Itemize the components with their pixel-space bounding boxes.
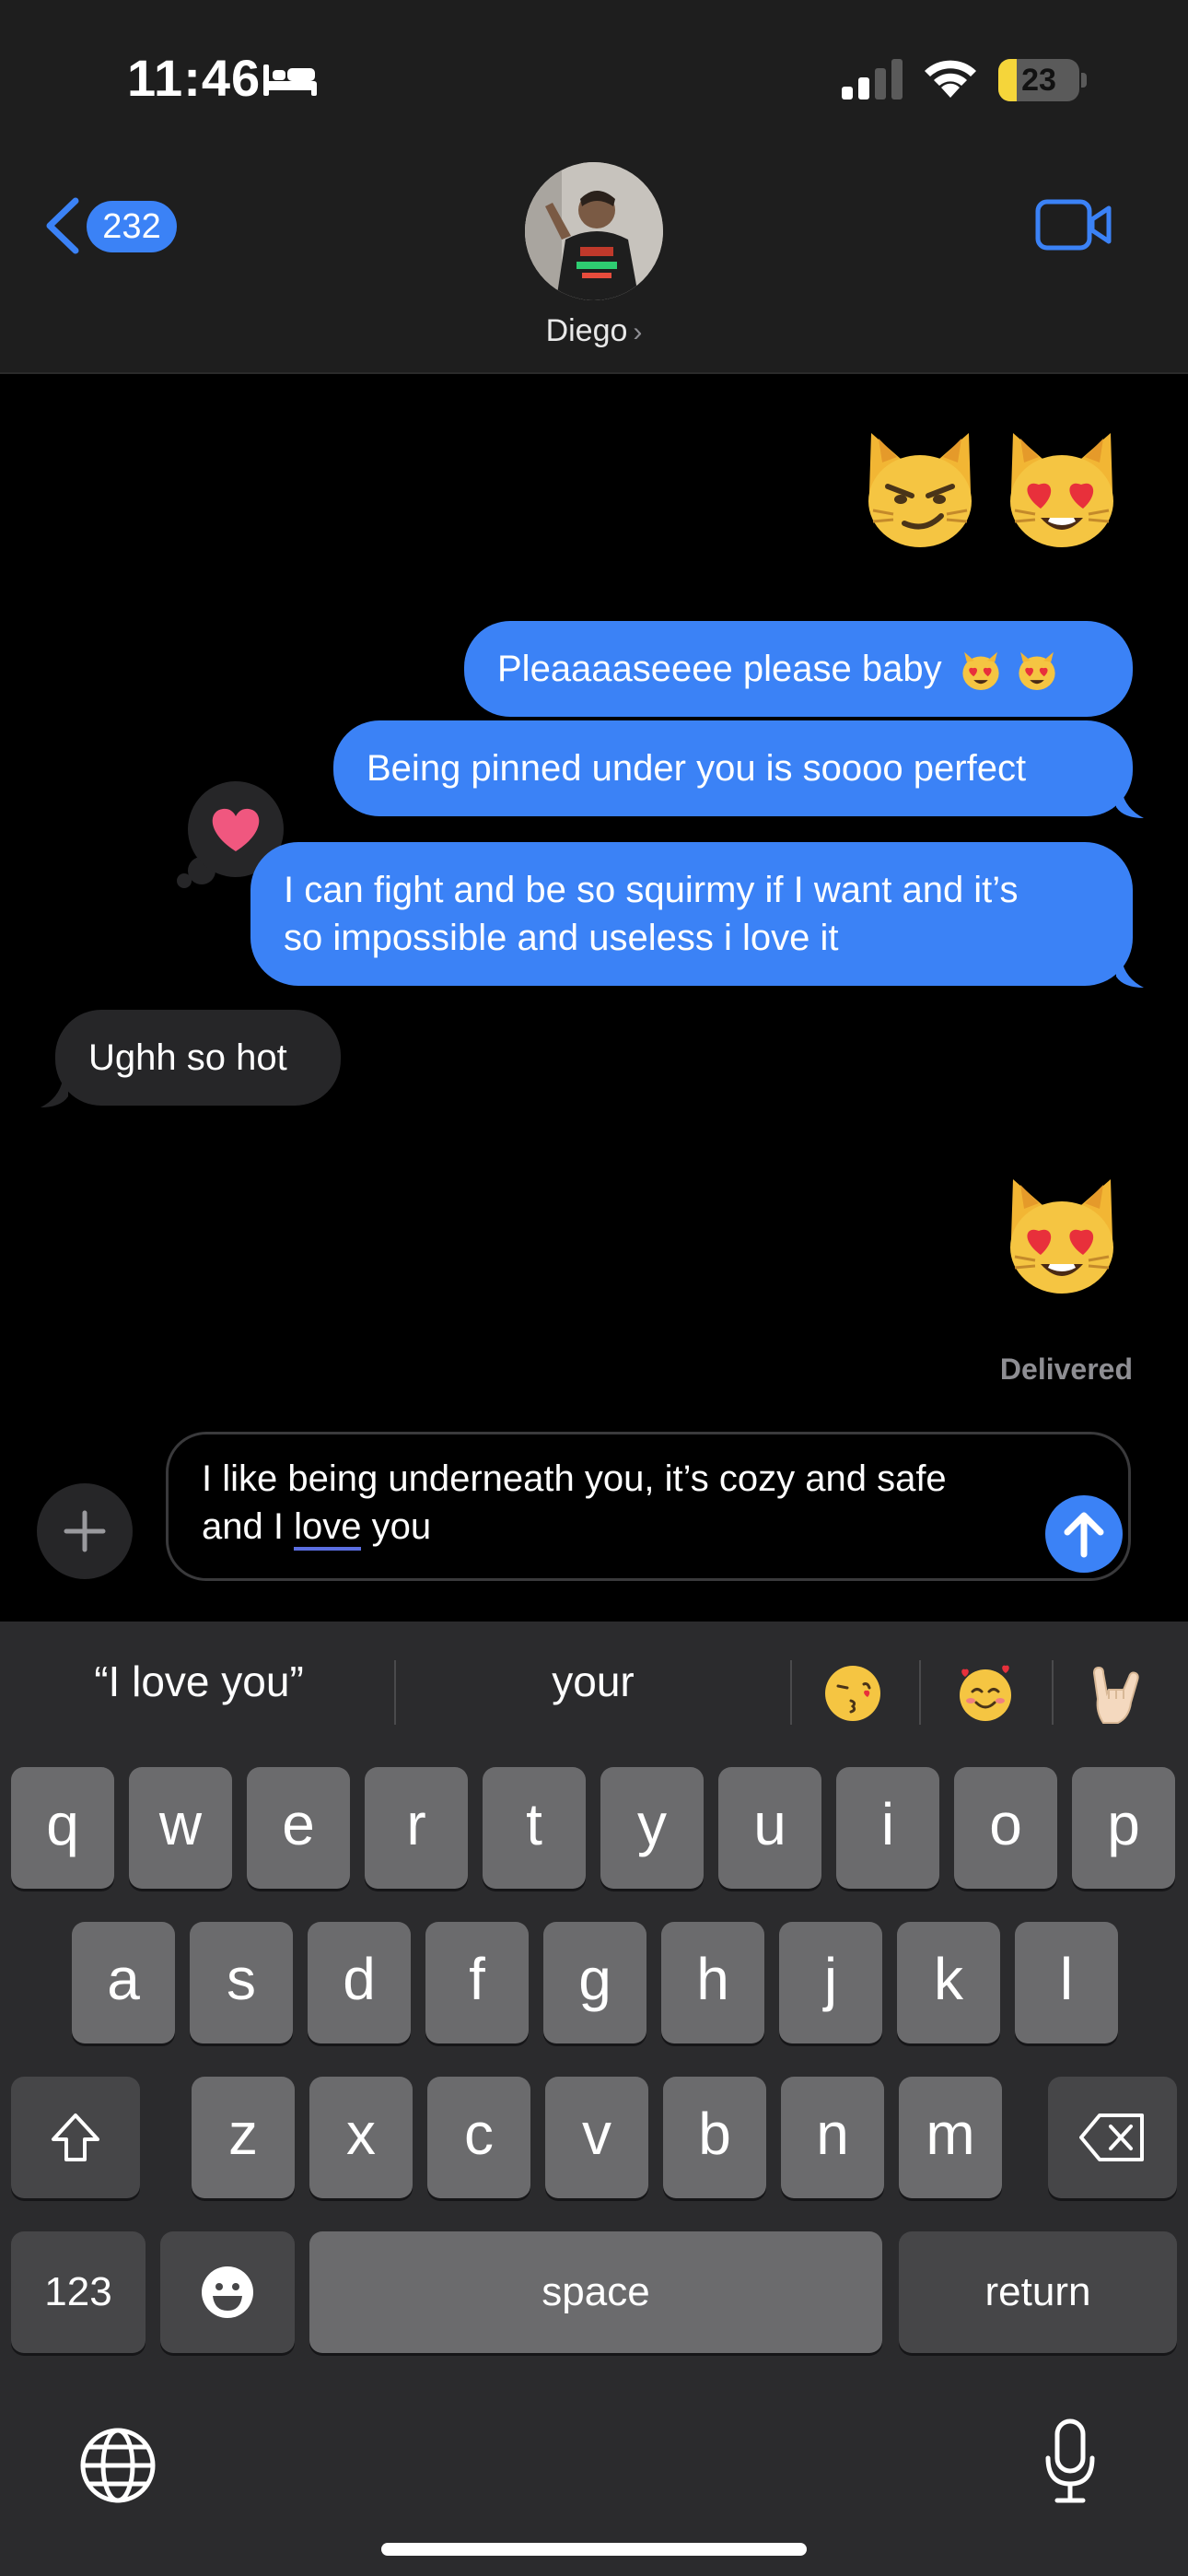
key-f[interactable]: f [425, 1922, 529, 2043]
key-m[interactable]: m [899, 2077, 1002, 2198]
suggestion-2[interactable]: your [413, 1657, 774, 1706]
numbers-key[interactable]: 123 [11, 2231, 146, 2353]
video-icon[interactable] [1035, 199, 1112, 251]
key-s[interactable]: s [190, 1922, 293, 2043]
battery-icon: 23 [998, 59, 1087, 101]
message-input-text: I like being underneath you, it’s cozy a… [202, 1455, 1012, 1551]
sent-message-1-text: Pleaaaaseeee please baby [497, 649, 942, 689]
contact-chevron-icon: › [633, 317, 643, 347]
unread-count-badge: 232 [87, 201, 177, 252]
plus-icon [64, 1510, 106, 1552]
key-q[interactable]: q [11, 1767, 114, 1889]
contact-name-button[interactable]: Diego › [0, 313, 1188, 349]
key-v[interactable]: v [545, 2077, 648, 2198]
key-t[interactable]: t [483, 1767, 586, 1889]
bubble-tail [41, 1080, 68, 1107]
status-time: 11:46 [127, 49, 262, 107]
send-arrow-icon [1064, 1512, 1104, 1558]
shift-icon [52, 2113, 99, 2161]
send-button[interactable] [1045, 1495, 1123, 1573]
sent-message-3-line2: so impossible and useless i love it [284, 918, 839, 958]
heart-eyes-cat-emoji [1019, 652, 1055, 691]
home-indicator [381, 2543, 807, 2556]
key-b[interactable]: b [663, 2077, 766, 2198]
smiling-hearts-emoji[interactable] [956, 1664, 1015, 1723]
key-z[interactable]: z [192, 2077, 295, 2198]
message-input[interactable]: I like being underneath you, it’s cozy a… [166, 1432, 1131, 1581]
kissing-face-emoji[interactable] [823, 1664, 882, 1723]
suggestion-1[interactable]: “I love you” [18, 1657, 379, 1706]
apps-plus-button[interactable] [37, 1483, 133, 1579]
key-n[interactable]: n [781, 2077, 884, 2198]
smirk-cat-emoji[interactable] [860, 426, 980, 551]
key-h[interactable]: h [661, 1922, 764, 2043]
key-p[interactable]: p [1072, 1767, 1175, 1889]
message-input-line2-start: and I [202, 1506, 295, 1547]
sent-message-1[interactable]: Pleaaaaseeee please baby [464, 621, 1133, 717]
key-y[interactable]: y [600, 1767, 704, 1889]
autocorrect-word[interactable]: love [294, 1506, 362, 1551]
wifi-icon [925, 60, 976, 98]
key-o[interactable]: o [954, 1767, 1057, 1889]
delete-key[interactable] [1048, 2077, 1177, 2198]
sent-message-3-line1: I can fight and be so squirmy if I want … [284, 870, 1019, 910]
bubble-tail [1116, 790, 1144, 818]
shift-key[interactable] [11, 2077, 140, 2198]
bubble-tail [1116, 960, 1144, 988]
back-chevron-icon [46, 197, 79, 254]
back-button[interactable]: 232 [42, 192, 181, 260]
received-message-1-text: Ughh so hot [88, 1037, 287, 1078]
key-x[interactable]: x [309, 2077, 413, 2198]
key-e[interactable]: e [247, 1767, 350, 1889]
battery-level: 23 [1021, 63, 1056, 98]
predictive-bar: “I love you” your [0, 1622, 1188, 1760]
key-i[interactable]: i [836, 1767, 939, 1889]
bed-icon [263, 64, 317, 96]
key-a[interactable]: a [72, 1922, 175, 2043]
sent-message-3[interactable]: I can fight and be so squirmy if I want … [250, 842, 1133, 986]
message-input-line2-end: you [361, 1506, 432, 1547]
received-message-1[interactable]: Ughh so hot [55, 1010, 341, 1106]
heart-eyes-cat-emoji[interactable] [1002, 426, 1122, 551]
keyboard: “I love you” your 123 space return q w e… [0, 1622, 1188, 2576]
emoji-icon [202, 2266, 253, 2318]
key-g[interactable]: g [543, 1922, 646, 2043]
love-you-gesture-emoji[interactable] [1087, 1662, 1147, 1725]
signal-icon [842, 59, 903, 100]
key-u[interactable]: u [718, 1767, 821, 1889]
mic-icon[interactable] [1042, 2418, 1098, 2506]
key-k[interactable]: k [897, 1922, 1000, 2043]
heart-eyes-cat-emoji [962, 652, 999, 691]
sent-message-2[interactable]: Being pinned under you is soooo perfect [333, 720, 1133, 816]
key-r[interactable]: r [365, 1767, 468, 1889]
sent-message-2-text: Being pinned under you is soooo perfect [367, 748, 1027, 789]
message-input-line1: I like being underneath you, it’s cozy a… [202, 1458, 947, 1499]
conversation-header: 11:46 23 232 Diego › [0, 0, 1188, 374]
emoji-key[interactable] [160, 2231, 295, 2353]
contact-name: Diego [545, 313, 628, 348]
return-key[interactable]: return [899, 2231, 1177, 2353]
contact-avatar[interactable] [525, 162, 663, 300]
delivered-status: Delivered [999, 1352, 1133, 1386]
key-w[interactable]: w [129, 1767, 232, 1889]
key-j[interactable]: j [779, 1922, 882, 2043]
heart-eyes-cat-emoji[interactable] [1002, 1172, 1122, 1297]
key-c[interactable]: c [427, 2077, 530, 2198]
space-key[interactable]: space [309, 2231, 882, 2353]
key-l[interactable]: l [1015, 1922, 1118, 2043]
delete-icon [1079, 2113, 1144, 2161]
key-d[interactable]: d [308, 1922, 411, 2043]
globe-icon[interactable] [77, 2425, 158, 2506]
